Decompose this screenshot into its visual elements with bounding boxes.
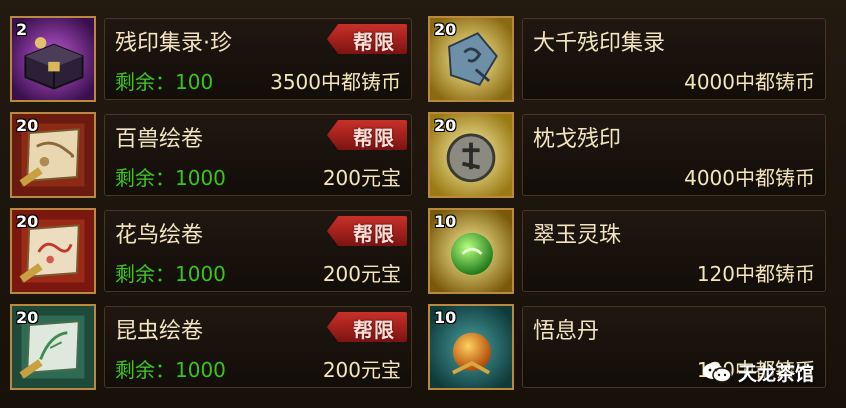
item-price: 120中都铸币 <box>696 262 815 286</box>
item-remaining: 剩余：1000 <box>115 262 226 286</box>
item-quantity: 2 <box>16 20 28 39</box>
scroll-icon[interactable]: 20 <box>10 304 96 390</box>
item-name: 花鸟绘卷 <box>115 223 204 248</box>
item-quantity: 20 <box>16 212 39 231</box>
stone-tablet-icon[interactable]: 20 <box>428 16 514 102</box>
item-quantity: 10 <box>434 212 457 231</box>
shop-item-row[interactable]: 2 残印集录·珍 帮限 剩余：100 3500中都铸币 <box>10 16 412 102</box>
guild-limit-label: 帮限 <box>353 222 395 246</box>
item-quantity: 10 <box>434 308 457 327</box>
item-price: 200元宝 <box>322 358 401 382</box>
item-info-panel: 百兽绘卷 帮限 剩余：1000 200元宝 <box>104 114 412 196</box>
guild-limit-label: 帮限 <box>353 318 395 342</box>
item-price: 3500中都铸币 <box>270 70 401 94</box>
guild-limit-label: 帮限 <box>353 30 395 54</box>
item-price: 200元宝 <box>322 166 401 190</box>
item-quantity: 20 <box>16 116 39 135</box>
item-info-panel: 大千残印集录 4000中都铸币 <box>522 18 826 100</box>
item-remaining: 剩余：100 <box>115 70 214 94</box>
green-orb-icon[interactable]: 10 <box>428 208 514 294</box>
guild-limit-badge: 帮限 <box>327 24 407 54</box>
wechat-icon <box>702 362 732 383</box>
item-name: 翠玉灵珠 <box>533 223 622 248</box>
item-info-panel: 残印集录·珍 帮限 剩余：100 3500中都铸币 <box>104 18 412 100</box>
item-name: 昆虫绘卷 <box>115 319 204 344</box>
item-name: 残印集录·珍 <box>115 31 232 56</box>
item-remaining: 剩余：1000 <box>115 166 226 190</box>
item-price: 4000中都铸币 <box>684 70 815 94</box>
shop-item-row[interactable]: 20 大千残印集录 4000中都铸币 <box>428 16 826 102</box>
shop-item-row[interactable]: 20 百兽绘卷 帮限 剩余：1000 200元宝 <box>10 112 412 198</box>
item-remaining: 剩余：1000 <box>115 358 226 382</box>
watermark-text: 天龙茶馆 <box>737 363 814 385</box>
item-info-panel: 枕戈残印 4000中都铸币 <box>522 114 826 196</box>
item-info-panel: 翠玉灵珠 120中都铸币 <box>522 210 826 292</box>
watermark: 天龙茶馆 <box>702 359 814 386</box>
guild-limit-badge: 帮限 <box>327 312 407 342</box>
golden-pill-icon[interactable]: 10 <box>428 304 514 390</box>
treasure-chest-icon[interactable]: 2 <box>10 16 96 102</box>
item-name: 百兽绘卷 <box>115 127 204 152</box>
guild-limit-badge: 帮限 <box>327 216 407 246</box>
shop-panel: 2 残印集录·珍 帮限 剩余：100 3500中都铸币 20 百兽绘卷 帮限 剩… <box>0 0 846 408</box>
item-price: 200元宝 <box>322 262 401 286</box>
item-price: 4000中都铸币 <box>684 166 815 190</box>
item-name: 大千残印集录 <box>533 31 666 56</box>
shop-item-row[interactable]: 20 花鸟绘卷 帮限 剩余：1000 200元宝 <box>10 208 412 294</box>
shop-item-row[interactable]: 20 昆虫绘卷 帮限 剩余：1000 200元宝 <box>10 304 412 390</box>
stone-seal-icon[interactable]: 20 <box>428 112 514 198</box>
item-quantity: 20 <box>16 308 39 327</box>
scroll-icon[interactable]: 20 <box>10 208 96 294</box>
shop-item-row[interactable]: 10 翠玉灵珠 120中都铸币 <box>428 208 826 294</box>
guild-limit-label: 帮限 <box>353 126 395 150</box>
guild-limit-badge: 帮限 <box>327 120 407 150</box>
item-name: 悟息丹 <box>533 319 600 344</box>
scroll-icon[interactable]: 20 <box>10 112 96 198</box>
item-quantity: 20 <box>434 116 457 135</box>
item-info-panel: 昆虫绘卷 帮限 剩余：1000 200元宝 <box>104 306 412 388</box>
item-info-panel: 花鸟绘卷 帮限 剩余：1000 200元宝 <box>104 210 412 292</box>
item-quantity: 20 <box>434 20 457 39</box>
shop-item-row[interactable]: 20 枕戈残印 4000中都铸币 <box>428 112 826 198</box>
item-name: 枕戈残印 <box>533 127 622 152</box>
